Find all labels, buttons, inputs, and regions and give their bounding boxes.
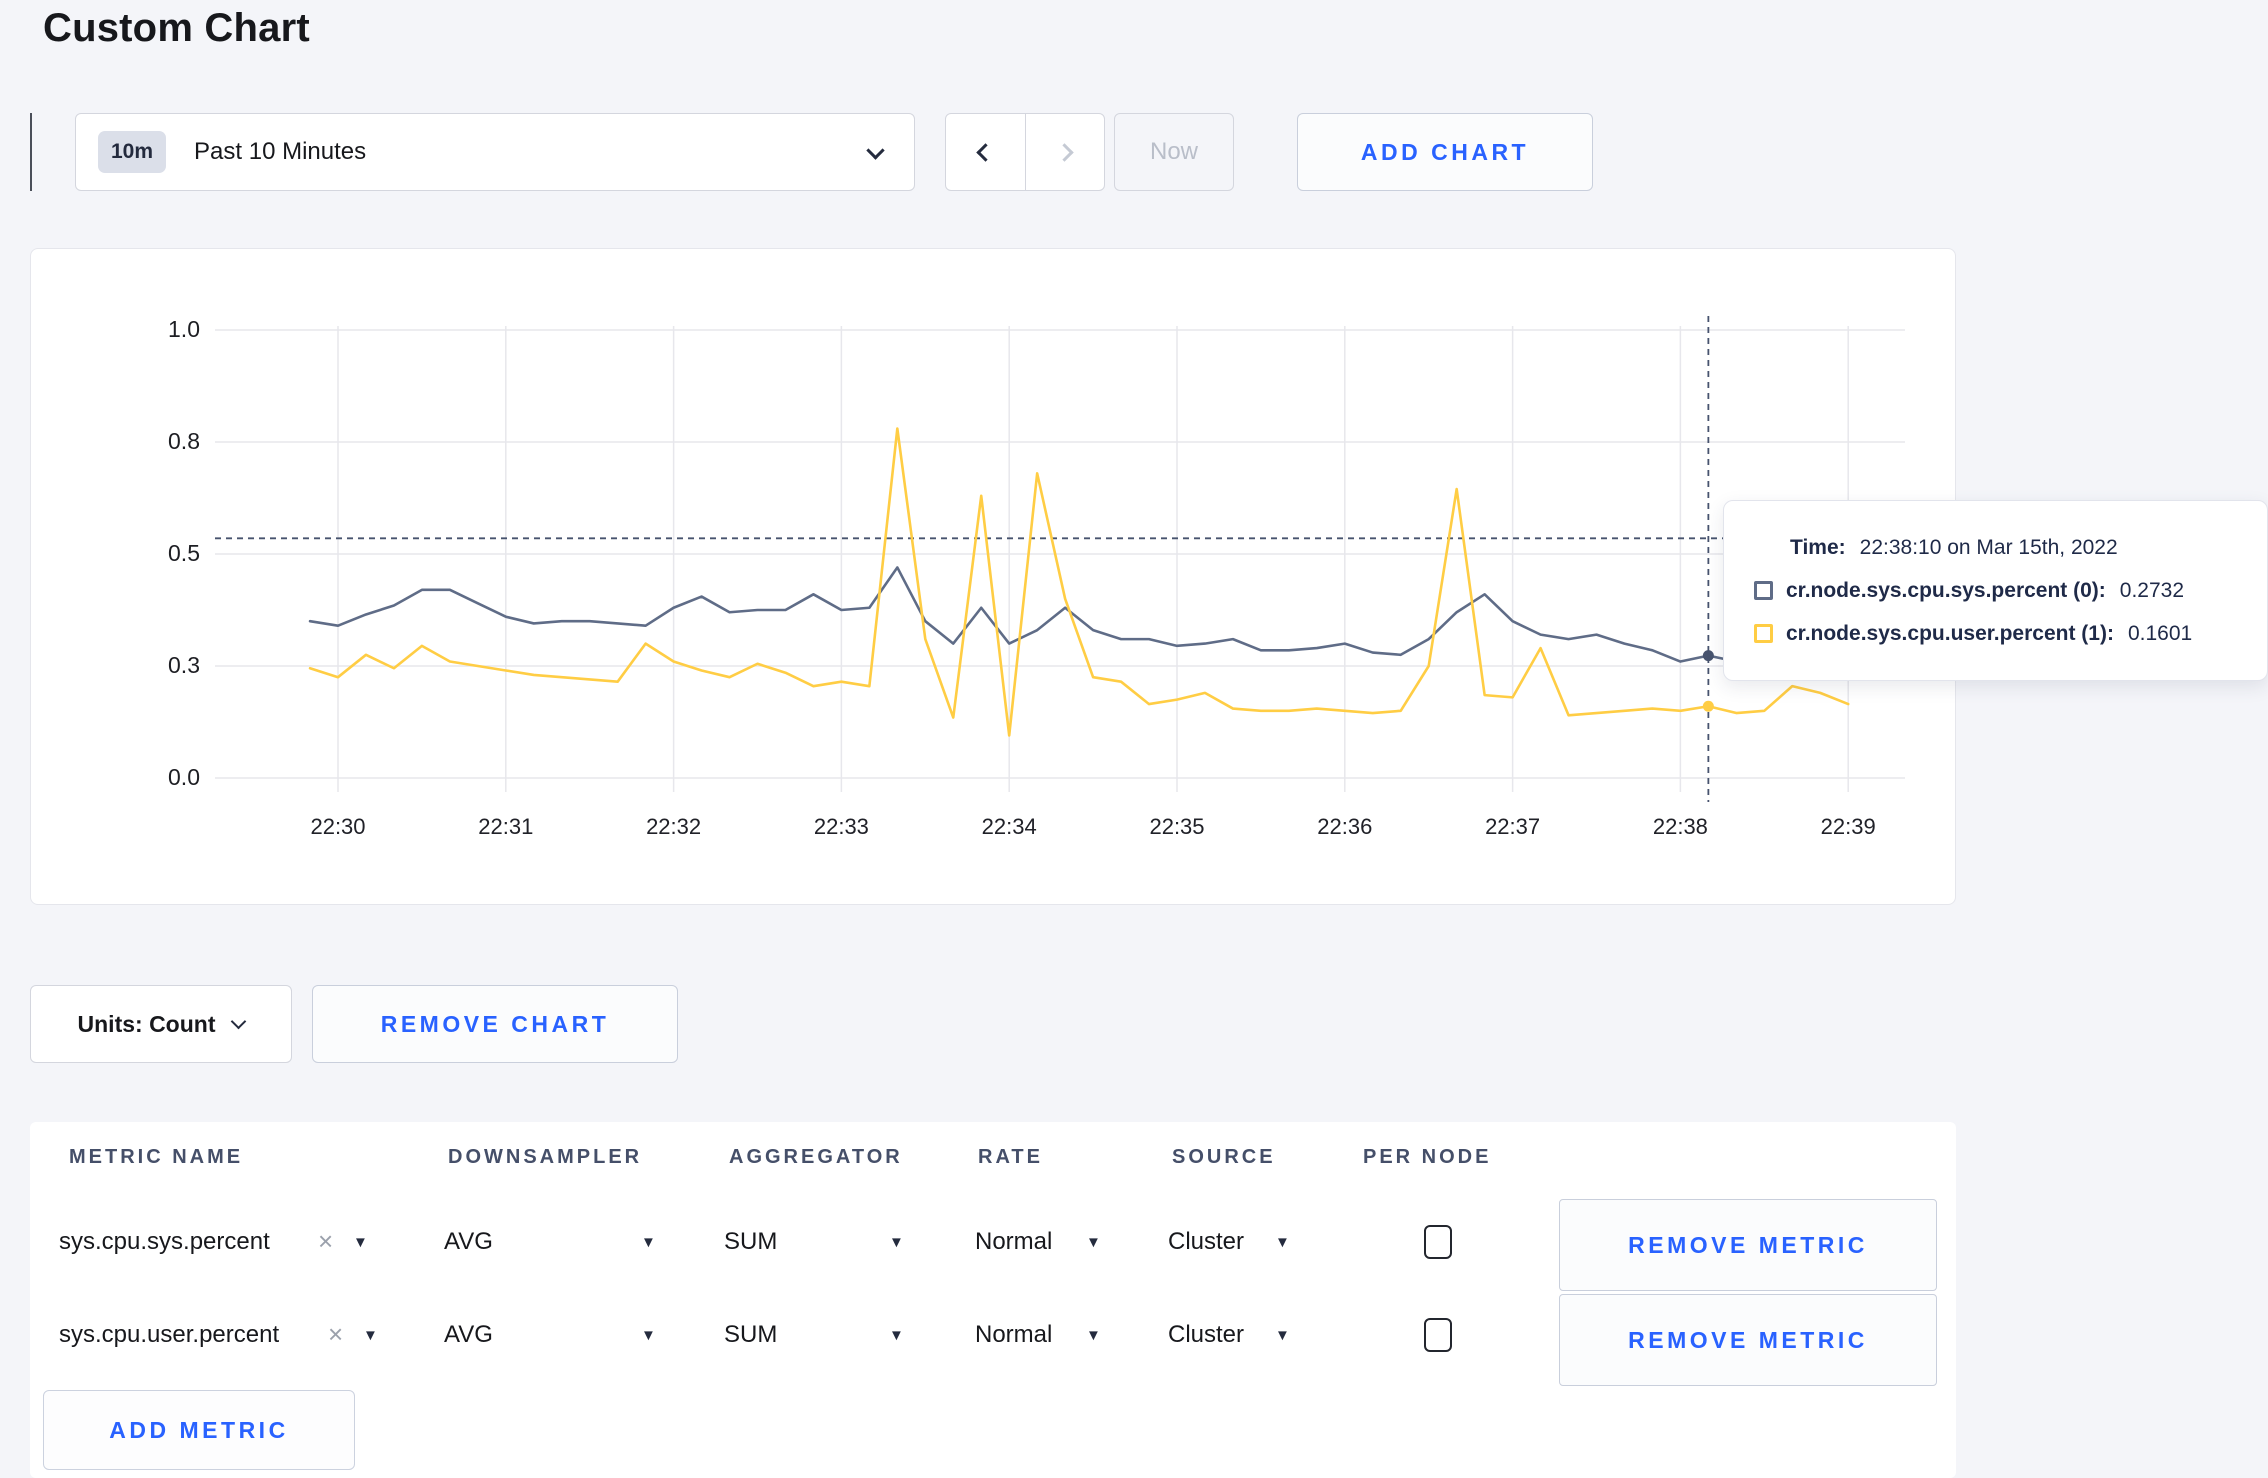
dropdown-caret-icon[interactable]: ▼ — [1086, 1234, 1101, 1251]
x-axis-tick-label: 22:32 — [646, 814, 702, 839]
now-button[interactable]: Now — [1114, 113, 1234, 191]
remove-metric-x-icon[interactable]: × — [328, 1319, 343, 1350]
x-axis-tick-label: 22:35 — [1149, 814, 1205, 839]
dropdown-caret-icon[interactable]: ▼ — [363, 1327, 378, 1344]
column-header-rate: RATE — [978, 1146, 1043, 1168]
time-range-badge: 10m — [98, 131, 167, 173]
y-axis-tick-label: 0.3 — [168, 652, 200, 678]
page-title: Custom Chart — [43, 6, 310, 50]
x-axis-tick-label: 22:31 — [478, 814, 534, 839]
tooltip-series-label: cr.node.sys.cpu.sys.percent (0): — [1786, 578, 2106, 602]
remove-metric-x-icon[interactable]: × — [318, 1226, 333, 1257]
remove-metric-button[interactable]: REMOVE METRIC — [1559, 1199, 1937, 1291]
x-axis-tick-label: 22:30 — [310, 814, 366, 839]
downsampler-value[interactable]: AVG — [444, 1228, 493, 1256]
dropdown-caret-icon[interactable]: ▼ — [353, 1234, 368, 1251]
dropdown-caret-icon[interactable]: ▼ — [1086, 1327, 1101, 1344]
tooltip-series-value: 0.2732 — [2119, 578, 2185, 602]
tooltip-series-row: cr.node.sys.cpu.sys.percent (0): 0.2732 — [1754, 579, 2247, 603]
time-range-select[interactable]: 10m Past 10 Minutes — [75, 113, 915, 191]
chevron-right-icon — [1055, 142, 1074, 162]
metric-name-value[interactable]: sys.cpu.user.percent — [59, 1321, 279, 1349]
user-series-swatch-icon — [1754, 624, 1773, 643]
x-axis-tick-label: 22:36 — [1317, 814, 1373, 839]
x-axis-tick-label: 22:34 — [981, 814, 1037, 839]
time-forward-button[interactable] — [1026, 114, 1105, 190]
column-header-source: SOURCE — [1172, 1146, 1276, 1168]
tooltip-series-row: cr.node.sys.cpu.user.percent (1): 0.1601 — [1754, 622, 2247, 646]
add-metric-button[interactable]: ADD METRIC — [43, 1390, 355, 1470]
time-back-button[interactable] — [946, 114, 1026, 190]
tooltip-series-value: 0.1601 — [2127, 621, 2193, 645]
metrics-table: METRIC NAME DOWNSAMPLER AGGREGATOR RATE … — [30, 1122, 1956, 1478]
custom-chart-plot[interactable] — [215, 308, 1905, 808]
chevron-left-icon — [976, 142, 995, 162]
chart-tooltip: Time: 22:38:10 on Mar 15th, 2022 cr.node… — [1723, 500, 2268, 681]
time-range-label: Past 10 Minutes — [194, 138, 367, 165]
toolbar-accent-divider — [30, 113, 32, 191]
custom-chart-page: Custom Chart 10m Past 10 Minutes Now ADD… — [0, 0, 2268, 1478]
dropdown-caret-icon[interactable]: ▼ — [1275, 1234, 1290, 1251]
dropdown-caret-icon[interactable]: ▼ — [889, 1327, 904, 1344]
x-axis-tick-label: 22:37 — [1485, 814, 1541, 839]
dropdown-caret-icon[interactable]: ▼ — [889, 1234, 904, 1251]
dropdown-caret-icon[interactable]: ▼ — [641, 1234, 656, 1251]
y-axis-tick-label: 0.8 — [168, 428, 200, 454]
column-header-metric-name: METRIC NAME — [69, 1146, 244, 1168]
tooltip-time-value: 22:38:10 on Mar 15th, 2022 — [1859, 535, 2118, 559]
dropdown-caret-icon[interactable]: ▼ — [641, 1327, 656, 1344]
metric-name-value[interactable]: sys.cpu.sys.percent — [59, 1228, 270, 1256]
tooltip-series-label: cr.node.sys.cpu.user.percent (1): — [1786, 621, 2114, 645]
remove-metric-button[interactable]: REMOVE METRIC — [1559, 1294, 1937, 1386]
x-axis-tick-label: 22:33 — [813, 814, 869, 839]
per-node-checkbox[interactable] — [1424, 1318, 1452, 1352]
units-label: Units: Count — [77, 1010, 216, 1037]
tooltip-time-label: Time: — [1790, 535, 1846, 559]
aggregator-value[interactable]: SUM — [724, 1228, 777, 1256]
remove-chart-button[interactable]: REMOVE CHART — [312, 985, 678, 1063]
downsampler-value[interactable]: AVG — [444, 1321, 493, 1349]
x-axis-tick-label: 22:39 — [1820, 814, 1876, 839]
column-header-aggregator: AGGREGATOR — [729, 1146, 903, 1168]
column-header-per-node: PER NODE — [1363, 1146, 1492, 1168]
units-select[interactable]: Units: Count — [30, 985, 292, 1063]
dropdown-caret-icon[interactable]: ▼ — [1275, 1327, 1290, 1344]
time-pager — [945, 113, 1105, 191]
y-axis-tick-label: 1.0 — [168, 316, 200, 342]
y-axis-tick-label: 0.5 — [168, 540, 200, 566]
source-value[interactable]: Cluster — [1168, 1321, 1244, 1349]
aggregator-value[interactable]: SUM — [724, 1321, 777, 1349]
x-axis-tick-label: 22:38 — [1652, 814, 1708, 839]
rate-value[interactable]: Normal — [975, 1228, 1052, 1256]
add-chart-button[interactable]: ADD CHART — [1297, 113, 1593, 191]
chevron-down-icon — [866, 141, 885, 160]
sys-series-swatch-icon — [1754, 581, 1773, 600]
rate-value[interactable]: Normal — [975, 1321, 1052, 1349]
y-axis-tick-label: 0.0 — [168, 764, 200, 790]
chevron-down-icon — [231, 1013, 247, 1029]
per-node-checkbox[interactable] — [1424, 1225, 1452, 1259]
column-header-downsampler: DOWNSAMPLER — [448, 1146, 643, 1168]
tooltip-time-row: Time: 22:38:10 on Mar 15th, 2022 — [1754, 536, 2247, 560]
source-value[interactable]: Cluster — [1168, 1228, 1244, 1256]
